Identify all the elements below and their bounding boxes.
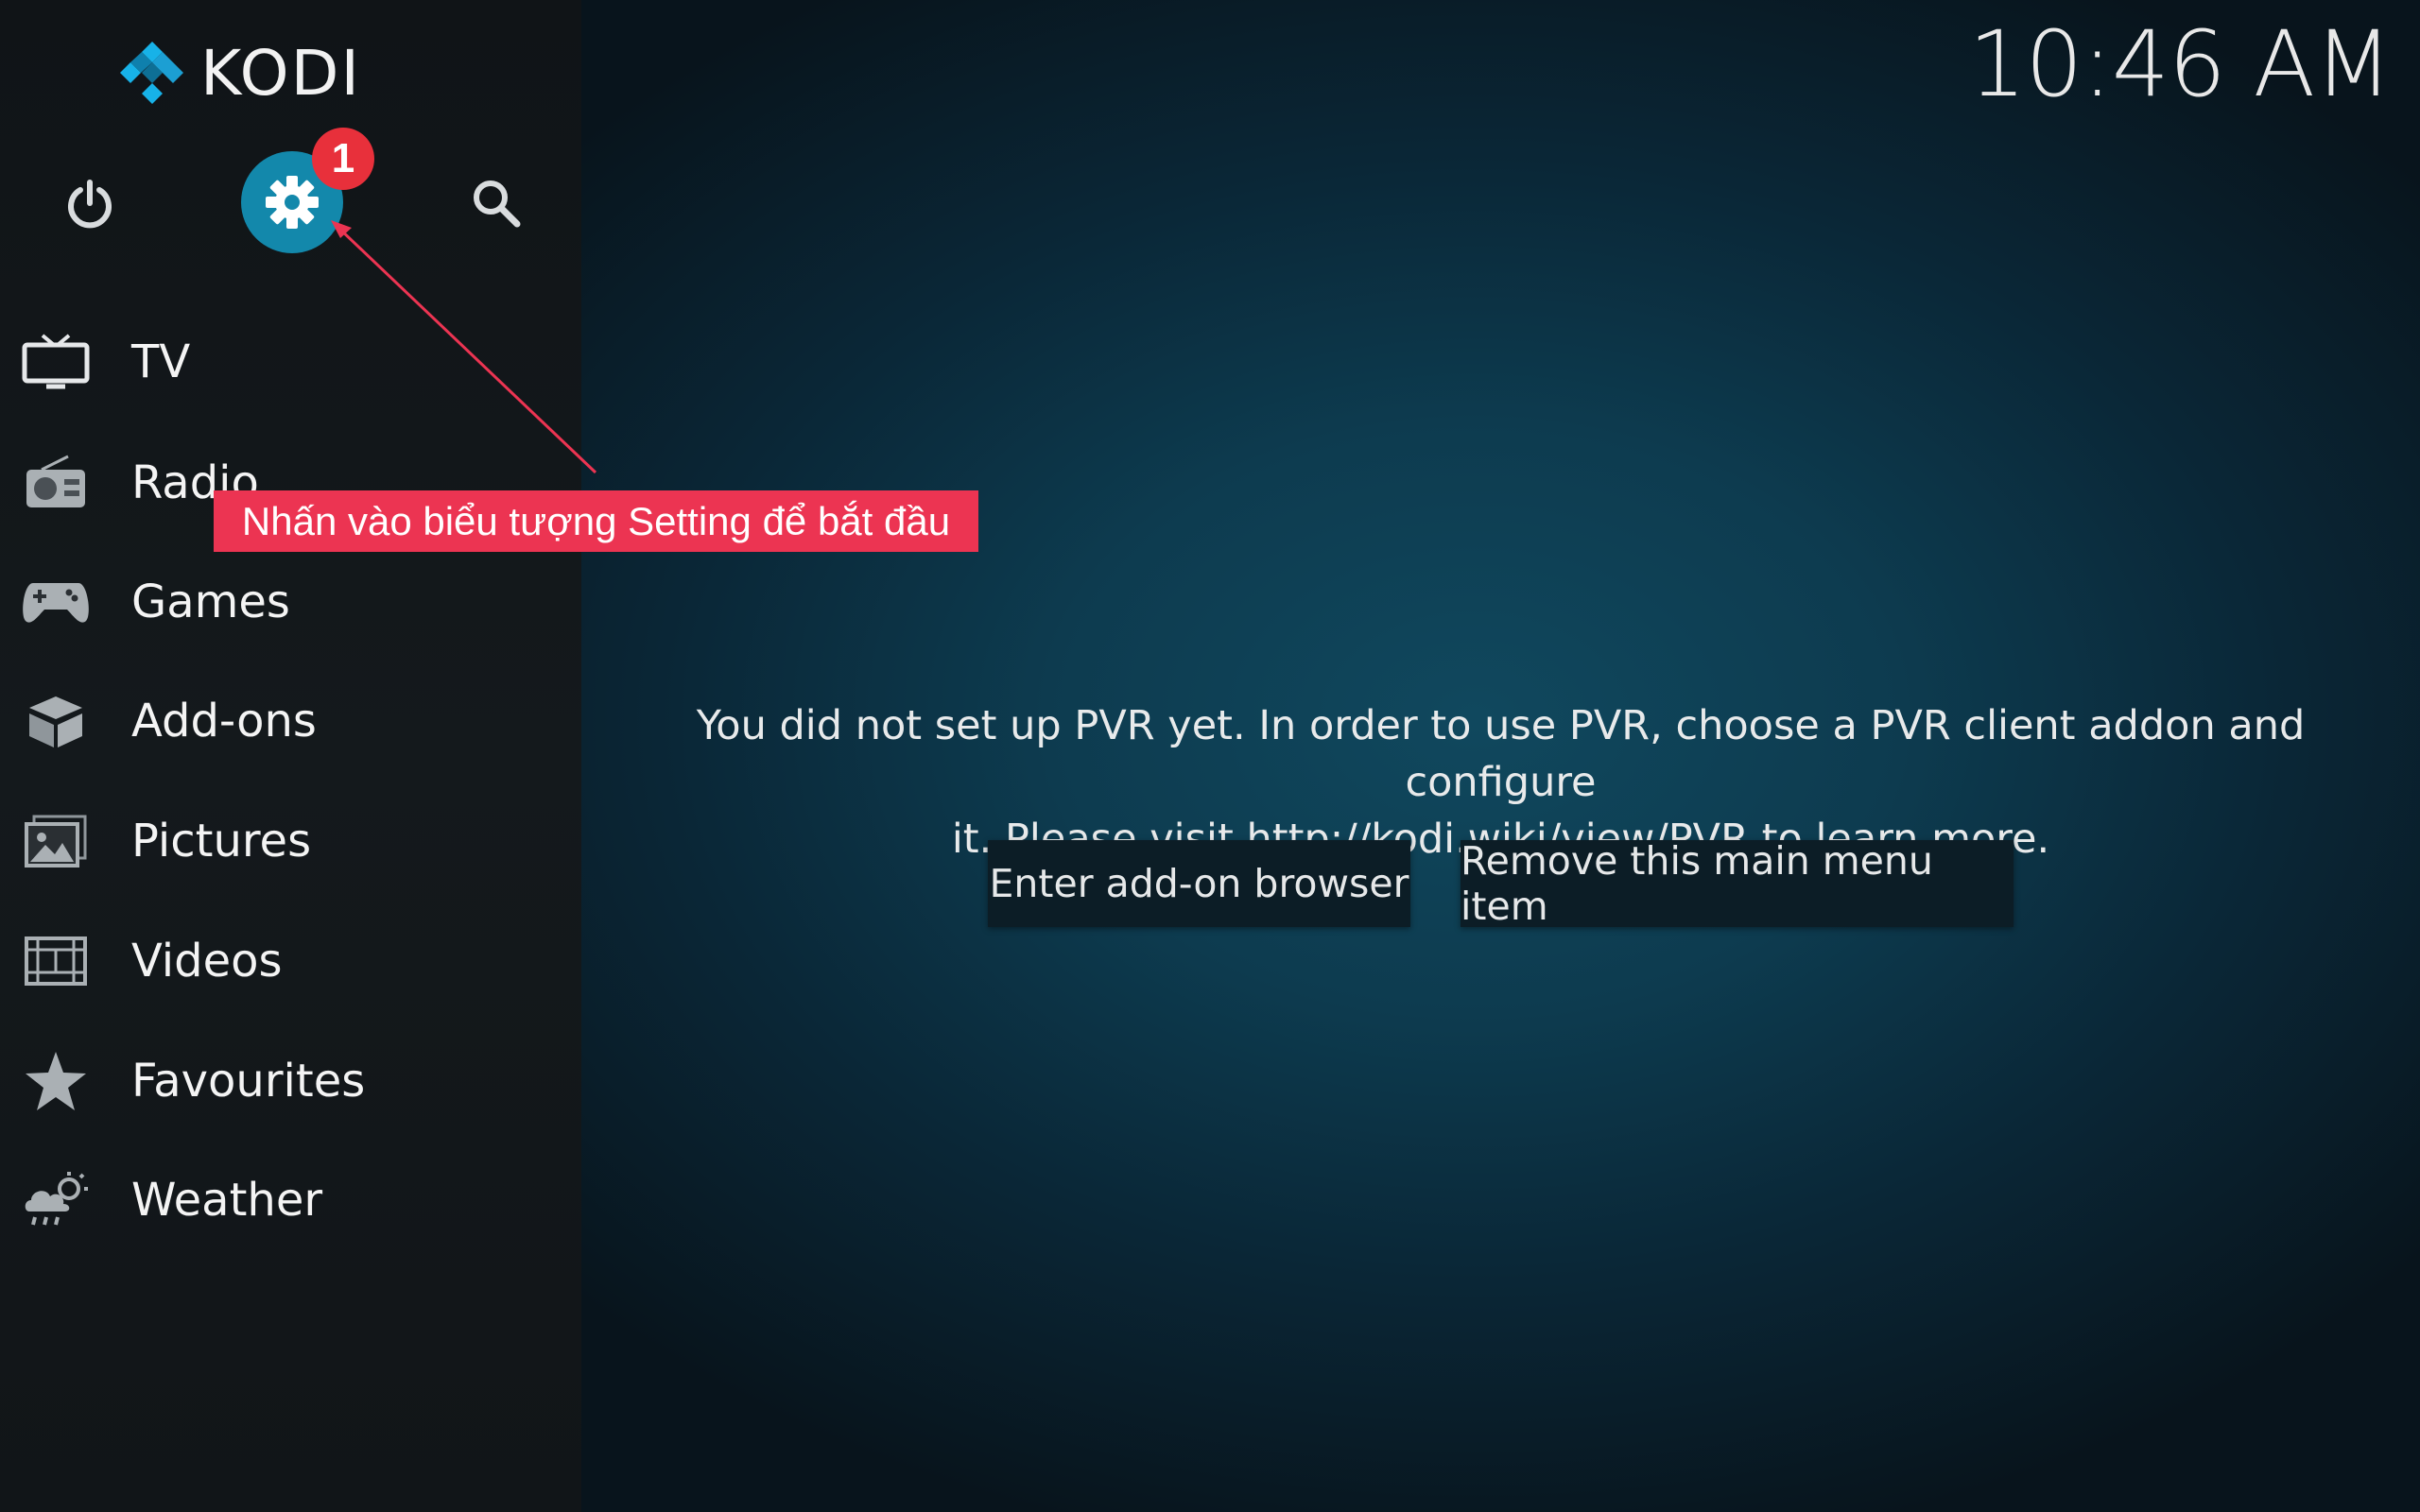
kodi-home-screen: KODI TV Radio Games Add-ons Pictures Vid… — [0, 0, 2420, 1512]
step-badge: 1 — [312, 128, 374, 190]
enter-addon-browser-button[interactable]: Enter add-on browser — [988, 840, 1410, 927]
radio-icon — [17, 445, 95, 521]
kodi-logo: KODI — [117, 36, 361, 110]
clock: 10:46 AM — [1968, 11, 2393, 117]
pvr-message-line-1: You did not set up PVR yet. In order to … — [696, 702, 2306, 806]
gear-icon — [266, 176, 319, 229]
power-icon — [68, 180, 112, 229]
menu-label-addons: Add-ons — [131, 695, 317, 747]
kodi-logo-text: KODI — [200, 36, 361, 110]
weather-icon — [17, 1162, 95, 1238]
menu-label-favourites: Favourites — [131, 1055, 366, 1108]
menu-item-addons[interactable]: Add-ons — [0, 669, 581, 773]
menu-label-weather: Weather — [131, 1174, 323, 1227]
menu-item-tv[interactable]: TV — [0, 310, 581, 414]
menu-label-games: Games — [131, 576, 290, 628]
sidebar: KODI TV Radio Games Add-ons Pictures Vid… — [0, 0, 581, 1512]
kodi-logo-icon — [120, 42, 183, 104]
search-icon — [474, 180, 521, 228]
menu-label-pictures: Pictures — [131, 815, 312, 868]
menu-item-weather[interactable]: Weather — [0, 1148, 581, 1252]
menu-label-tv: TV — [131, 335, 191, 388]
gamepad-icon — [17, 564, 95, 640]
search-button[interactable] — [463, 170, 529, 236]
menu-item-games[interactable]: Games — [0, 550, 581, 654]
addons-box-icon — [17, 683, 95, 759]
menu-item-favourites[interactable]: Favourites — [0, 1029, 581, 1133]
film-icon — [17, 923, 95, 999]
menu-item-videos[interactable]: Videos — [0, 909, 581, 1013]
menu-item-pictures[interactable]: Pictures — [0, 789, 581, 893]
pictures-icon — [17, 803, 95, 879]
power-button[interactable] — [57, 170, 123, 236]
tv-icon — [17, 324, 95, 400]
menu-label-videos: Videos — [131, 935, 283, 988]
remove-menu-item-button[interactable]: Remove this main menu item — [1461, 838, 2014, 929]
annotation-callout: Nhấn vào biểu tượng Setting để bắt đầu — [214, 490, 978, 552]
star-icon — [17, 1043, 95, 1119]
